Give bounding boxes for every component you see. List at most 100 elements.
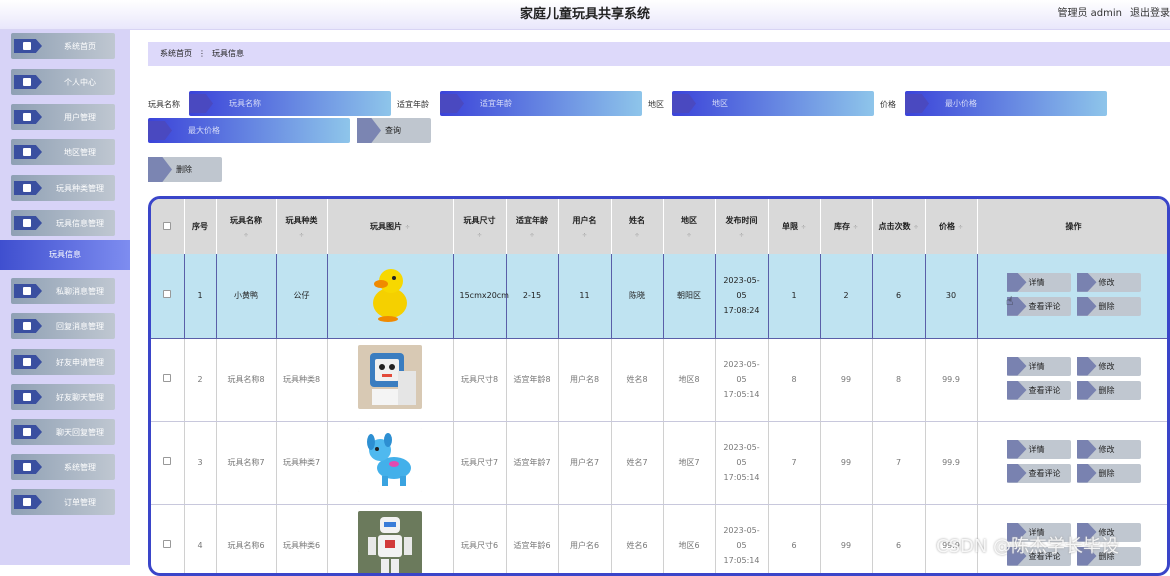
cell-region-value: 朝阳区 xyxy=(677,291,701,301)
cell-age: 2-15 xyxy=(506,254,559,339)
column-header[interactable]: 价格 ÷ xyxy=(925,199,978,254)
sidebar-item-2[interactable]: 用户管理 xyxy=(11,104,115,130)
cell-username-value: 用户名7 xyxy=(569,458,600,467)
sidebar-item-label: 个人中心 xyxy=(64,78,96,87)
column-header[interactable]: 发布时间 ÷ xyxy=(715,199,769,254)
cell-price-value: 99.9 xyxy=(942,375,960,384)
name-filter-input[interactable]: 玩具名称 xyxy=(189,91,391,116)
delete-button[interactable]: 删除 xyxy=(1076,463,1141,483)
detail-button-label: 详情 xyxy=(1028,444,1045,454)
sidebar-item-9[interactable]: 好友聊天管理 xyxy=(11,384,115,410)
sort-icon[interactable]: ÷ xyxy=(217,232,276,239)
cell-region: 地区6 xyxy=(663,504,716,573)
detail-button[interactable]: 详情 xyxy=(1006,439,1071,459)
sort-icon[interactable]: ÷ xyxy=(853,224,858,231)
sort-icon[interactable]: ÷ xyxy=(958,224,963,231)
column-header[interactable]: 用户名 ÷ xyxy=(558,199,612,254)
column-header-label: 用户名 xyxy=(572,215,597,225)
search-button-label: 查询 xyxy=(385,126,401,135)
column-header[interactable]: 单限 ÷ xyxy=(768,199,821,254)
cell-limit-value: 7 xyxy=(791,458,797,467)
delete-button[interactable]: 删除 xyxy=(1076,380,1141,400)
row-checkbox[interactable] xyxy=(163,540,172,548)
cell-stock-value: 99 xyxy=(840,375,852,384)
cell-age-value: 适宜年龄6 xyxy=(513,541,551,550)
sort-icon[interactable]: ÷ xyxy=(277,232,327,239)
breadcrumb-home[interactable]: 系统首页 xyxy=(160,49,192,58)
sort-icon[interactable]: ÷ xyxy=(913,224,918,231)
sidebar-item-7[interactable]: 回复消息管理 xyxy=(11,313,115,339)
delete-selected-button[interactable]: 删除 xyxy=(148,157,222,182)
table-row[interactable]: 1 小黄鸭 公仔 15cmx20cm 2-15 11 陈晓 朝阳区 2023-05-05 17:… xyxy=(151,254,1167,339)
column-header[interactable]: 库存 ÷ xyxy=(820,199,873,254)
column-header[interactable]: 地区 ÷ xyxy=(663,199,716,254)
column-header[interactable]: 姓名 ÷ xyxy=(611,199,664,254)
column-header[interactable]: 玩具名称 ÷ xyxy=(216,199,277,254)
sidebar-subitem-toy-info[interactable]: 玩具信息 xyxy=(0,240,130,270)
cell-type-value: 玩具种类8 xyxy=(282,375,321,384)
edit-button[interactable]: 修改 xyxy=(1076,356,1141,376)
table-row[interactable]: 2 玩具名称8 玩具种类8 玩具尺寸8 适宜年龄8 用户名8 姓名8 地区8 2023-05-0… xyxy=(151,338,1167,422)
cell-region: 地区7 xyxy=(663,421,716,505)
column-header[interactable]: 玩具种类 ÷ xyxy=(276,199,328,254)
column-header[interactable]: 玩具尺寸 ÷ xyxy=(453,199,507,254)
delete-button[interactable]: 删除 xyxy=(1076,296,1141,316)
column-header[interactable]: 玩具图片 ÷ xyxy=(327,199,454,254)
sidebar-item-6[interactable]: 私聊消息管理 xyxy=(11,278,115,304)
sort-icon[interactable]: ÷ xyxy=(664,232,715,239)
sidebar-item-11[interactable]: 系统管理 xyxy=(11,454,115,480)
column-header[interactable]: 点击次数 ÷ xyxy=(872,199,926,254)
cell-realname: 姓名6 xyxy=(611,504,664,573)
row-checkbox[interactable] xyxy=(163,290,172,299)
sort-icon[interactable]: ÷ xyxy=(716,232,768,239)
sort-icon[interactable]: ÷ xyxy=(454,232,506,239)
edit-button[interactable]: 修改 xyxy=(1076,439,1141,459)
sort-icon[interactable]: ÷ xyxy=(801,224,806,231)
column-header[interactable]: 适宜年龄 ÷ xyxy=(506,199,559,254)
search-button[interactable]: 查询 xyxy=(357,118,431,143)
sidebar-item-5[interactable]: 玩具信息管理 xyxy=(11,210,115,236)
sort-icon[interactable]: ÷ xyxy=(559,232,611,239)
table-row[interactable]: 3 玩具名称7 玩具种类7 玩具尺寸7 适宜年龄7 用户名7 姓名7 地区7 2023-05-0… xyxy=(151,421,1167,505)
column-header[interactable]: 序号 xyxy=(184,199,217,254)
sidebar-item-4[interactable]: 玩具种类管理 xyxy=(11,175,115,201)
row-checkbox[interactable] xyxy=(163,374,172,382)
cell-name: 玩具名称7 xyxy=(216,421,277,505)
sidebar-item-10[interactable]: 聊天回复管理 xyxy=(11,419,115,445)
cell-age-value: 适宜年龄8 xyxy=(513,375,551,384)
select-all-checkbox[interactable] xyxy=(163,221,172,230)
column-header-label: 发布时间 xyxy=(725,215,758,225)
comments-button[interactable]: 查看评论 xyxy=(1006,380,1071,400)
row-checkbox[interactable] xyxy=(163,457,172,465)
actions-cell: 详情 修改 查看评论 删除 xyxy=(977,338,1167,422)
price-filter-label: 价格 xyxy=(880,100,896,109)
sidebar-item-0[interactable]: 系统首页 xyxy=(11,33,115,59)
column-header-label: 序号 xyxy=(192,222,208,231)
detail-button[interactable]: 详情 xyxy=(1006,272,1071,292)
logout-link[interactable]: 退出登录 xyxy=(1130,8,1170,19)
cell-no: 2 xyxy=(184,338,217,422)
sort-icon[interactable]: ÷ xyxy=(612,232,663,239)
detail-button[interactable]: 详情 xyxy=(1006,356,1071,376)
sidebar-item-label: 玩具种类管理 xyxy=(56,184,104,193)
sidebar-item-1[interactable]: 个人中心 xyxy=(11,69,115,95)
edit-button[interactable]: 修改 xyxy=(1076,272,1141,292)
sidebar-item-8[interactable]: 好友申请管理 xyxy=(11,349,115,375)
sidebar-item-3[interactable]: 地区管理 xyxy=(11,139,115,165)
region-filter-input[interactable]: 地区 xyxy=(672,91,874,116)
age-filter-input[interactable]: 适宜年龄 xyxy=(440,91,642,116)
column-header[interactable]: 操作 xyxy=(977,199,1167,254)
sort-icon[interactable]: ÷ xyxy=(405,224,410,231)
grid-icon xyxy=(14,181,42,195)
cell-age: 适宜年龄7 xyxy=(506,421,559,505)
cell-size-value: 15cmx20cm xyxy=(459,291,509,301)
comments-button[interactable]: 查看评论 xyxy=(1006,463,1071,483)
min-price-input[interactable]: 最小价格 xyxy=(905,91,1107,116)
sidebar-item-12[interactable]: 订单管理 xyxy=(11,489,115,515)
cell-age: 适宜年龄8 xyxy=(506,338,559,422)
comments-button[interactable]: 查看评论 xyxy=(1006,296,1071,316)
column-header-label: 地区 xyxy=(681,215,697,225)
sort-icon[interactable]: ÷ xyxy=(507,232,558,239)
max-price-input[interactable]: 最大价格 xyxy=(148,118,350,143)
cell-price-value: 99.9 xyxy=(942,458,960,467)
